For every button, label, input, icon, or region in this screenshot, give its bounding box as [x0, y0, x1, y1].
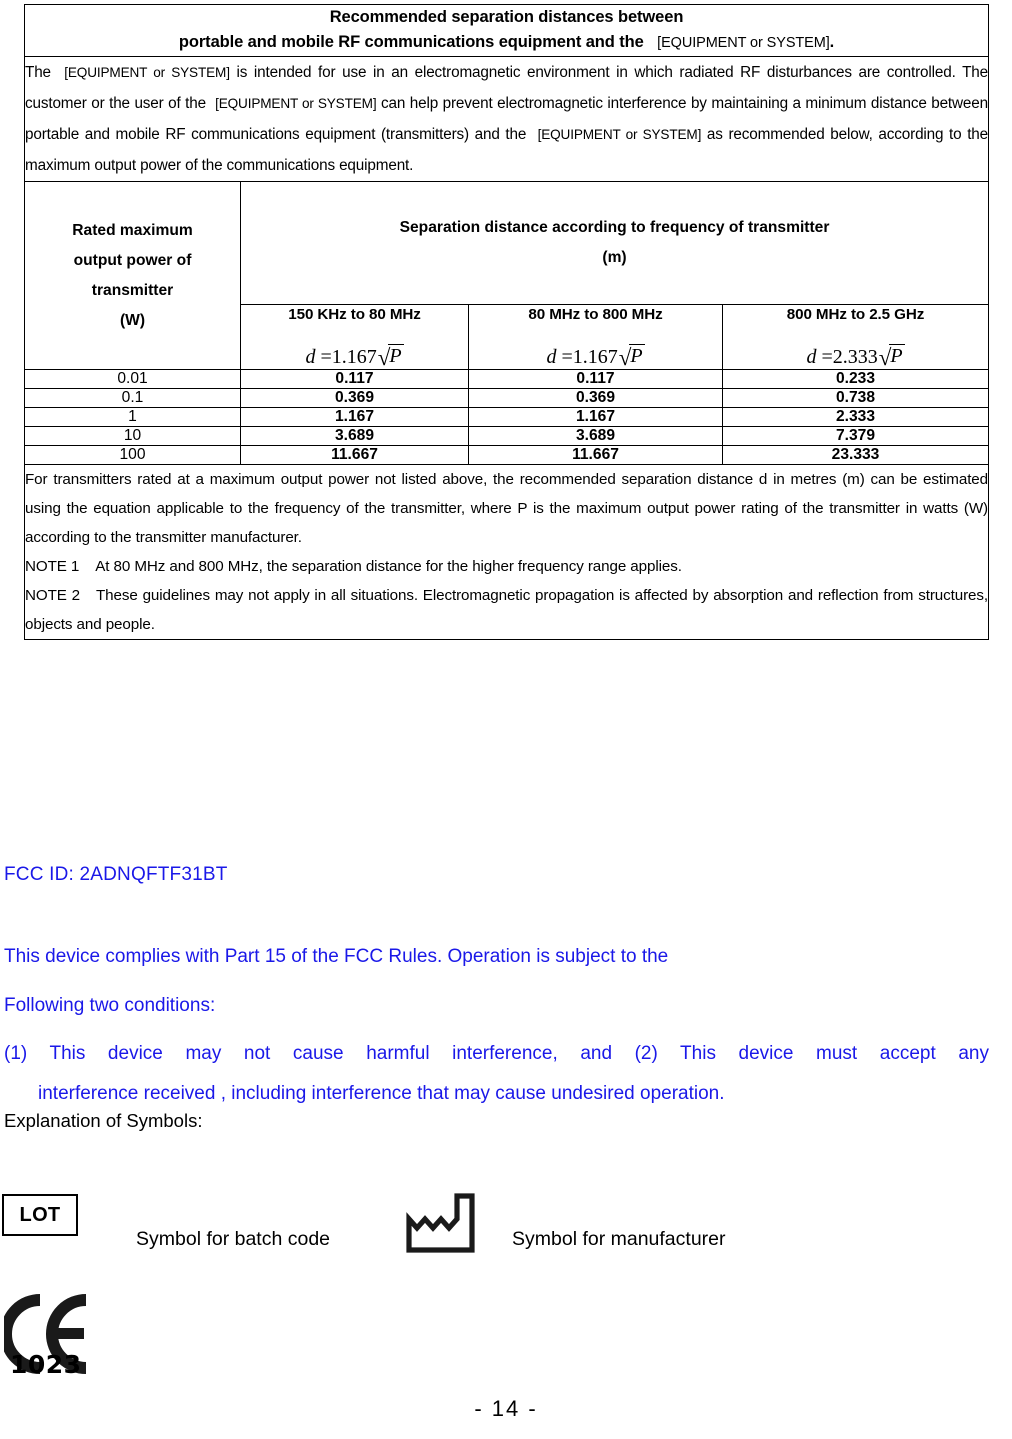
row-2-col-3: 2.333 [721, 407, 990, 427]
separation-distance-header-cell: Separation distance according to frequen… [239, 181, 990, 305]
page-number: - 14 - [474, 1396, 538, 1421]
lot-symbol-label: LOT [19, 1203, 61, 1226]
frequency-label-3: 800 MHz to 2.5 GHz [786, 306, 925, 323]
fcc-compliance-line-2: Following two conditions: [4, 995, 216, 1016]
table-title-line-2: portable and mobile RF communications eq… [25, 30, 988, 56]
row-0-col-2: 0.117 [468, 369, 723, 389]
ce-notified-body-number: 1023 [10, 1350, 82, 1379]
row-1-col-1: 0.369 [240, 388, 469, 408]
formula-1-equals: = [320, 346, 332, 368]
note-2: NOTE 2 These guidelines may not apply in … [25, 581, 988, 639]
row-4-col-1: 11.667 [240, 445, 469, 465]
table-row: 10 3.689 3.689 7.379 [24, 426, 990, 446]
row-4-col-3: 23.333 [721, 445, 990, 465]
formula-1-coefficient: 1.167 [331, 346, 377, 368]
table-row: 0.1 0.369 0.369 0.738 [24, 388, 990, 408]
equipment-bracket-title: [EQUIPMENT or SYSTEM] [657, 35, 830, 51]
formula-2-variable: d [546, 346, 557, 368]
rated-power-header-line-4: (W) [119, 311, 146, 329]
rated-power-header-line-3: transmitter [91, 281, 174, 299]
formula-2: d =1.167√P [469, 344, 722, 369]
note-1-text: At 80 MHz and 800 MHz, the separation di… [95, 558, 682, 575]
formula-1-sqrt: √P [377, 344, 404, 369]
symbols-heading: Explanation of Symbols: [4, 1110, 203, 1131]
rated-power-header-line-1: Rated maximum [72, 221, 193, 239]
table-row: 1 1.167 1.167 2.333 [24, 407, 990, 427]
formula-1-variable: d [305, 346, 316, 368]
fcc-id-text: FCC ID: 2ADNQFTF31BT [4, 864, 228, 885]
equipment-bracket-1: [EQUIPMENT or SYSTEM] [64, 65, 230, 80]
formula-3: d =2.333√P [723, 344, 988, 369]
row-1-col-2: 0.369 [468, 388, 723, 408]
row-3-col-3: 7.379 [721, 426, 990, 446]
row-0-power: 0.01 [24, 369, 241, 389]
table-intro-cell: The [EQUIPMENT or SYSTEM] is intended fo… [23, 56, 990, 182]
note-2-label: NOTE 2 [25, 587, 80, 604]
formula-2-radicand: P [629, 344, 645, 367]
frequency-column-3: 800 MHz to 2.5 GHz d =2.333√P [721, 304, 990, 370]
row-4-col-2: 11.667 [468, 445, 723, 465]
formula-2-coefficient: 1.167 [572, 346, 618, 368]
manufacturer-label: Symbol for manufacturer [512, 1228, 726, 1250]
frequency-column-2: 80 MHz to 800 MHz d =1.167√P [468, 304, 723, 370]
table-intro-row: The [EQUIPMENT or SYSTEM] is intended fo… [23, 56, 990, 182]
fcc-condition-line-1: (1) This device may not cause harmful in… [4, 1043, 989, 1064]
formula-1: d =1.167√P [241, 344, 468, 369]
note-1-label: NOTE 1 [25, 558, 80, 575]
separation-distance-header-line-1: Separation distance according to frequen… [399, 219, 830, 236]
column-group-header-row: Rated maximum output power of transmitte… [24, 181, 990, 370]
title-period: . [829, 33, 835, 51]
row-4-power: 100 [24, 445, 241, 465]
rated-power-header-cell: Rated maximum output power of transmitte… [24, 181, 241, 370]
row-3-col-1: 3.689 [240, 426, 469, 446]
row-0-col-1: 0.117 [240, 369, 469, 389]
formula-3-sqrt: √P [878, 344, 905, 369]
note-1: NOTE 1 At 80 MHz and 800 MHz, the separat… [25, 552, 988, 581]
lot-symbol-icon: LOT [2, 1194, 78, 1236]
separation-distance-table: Recommended separation distances between… [23, 4, 990, 640]
table-title-row: Recommended separation distances between… [23, 4, 990, 57]
row-1-power: 0.1 [24, 388, 241, 408]
rated-power-header-line-2: output power of [73, 251, 192, 269]
table-notes-cell: For transmitters rated at a maximum outp… [23, 464, 990, 640]
row-3-power: 10 [24, 426, 241, 446]
notes-paragraph: For transmitters rated at a maximum outp… [25, 471, 989, 546]
intro-paragraph: The [EQUIPMENT or SYSTEM] is intended fo… [25, 57, 988, 181]
batch-code-label: Symbol for batch code [136, 1228, 331, 1250]
table-title-bold-part: portable and mobile RF communications eq… [178, 33, 644, 51]
frequency-label-2: 80 MHz to 800 MHz [528, 306, 663, 323]
equipment-bracket-3: [EQUIPMENT or SYSTEM] [537, 127, 702, 142]
equipment-bracket-2: [EQUIPMENT or SYSTEM] [215, 96, 377, 111]
table-row: 0.01 0.117 0.117 0.233 [24, 369, 990, 389]
row-2-col-2: 1.167 [468, 407, 723, 427]
frequency-column-1: 150 KHz to 80 MHz d =1.167√P [240, 304, 469, 370]
row-1-col-3: 0.738 [721, 388, 990, 408]
row-2-power: 1 [24, 407, 241, 427]
formula-3-variable: d [806, 346, 817, 368]
table-title-cell: Recommended separation distances between… [23, 4, 990, 57]
row-2-col-1: 1.167 [240, 407, 469, 427]
manufacturer-factory-icon [404, 1188, 480, 1254]
note-2-text: These guidelines may not apply in all si… [25, 587, 988, 633]
formula-3-radicand: P [889, 344, 905, 367]
intro-part-1: The [25, 64, 51, 81]
fcc-condition-line-2: interference received , including interf… [38, 1083, 725, 1104]
frequency-label-1: 150 KHz to 80 MHz [288, 306, 421, 323]
formula-2-equals: = [561, 346, 573, 368]
separation-distance-header-line-2: (m) [602, 249, 627, 266]
table-title-line-1: Recommended separation distances between [329, 8, 684, 26]
formula-3-equals: = [821, 346, 833, 368]
document-page: Recommended separation distances between… [0, 0, 1012, 1439]
table-row: 100 11.667 11.667 23.333 [24, 445, 990, 465]
formula-1-radicand: P [388, 344, 404, 367]
row-3-col-2: 3.689 [468, 426, 723, 446]
fcc-compliance-line-1: This device complies with Part 15 of the… [4, 946, 669, 967]
table-notes-row: For transmitters rated at a maximum outp… [23, 464, 990, 640]
row-0-col-3: 0.233 [721, 369, 990, 389]
formula-2-sqrt: √P [618, 344, 645, 369]
formula-3-coefficient: 2.333 [832, 346, 878, 368]
